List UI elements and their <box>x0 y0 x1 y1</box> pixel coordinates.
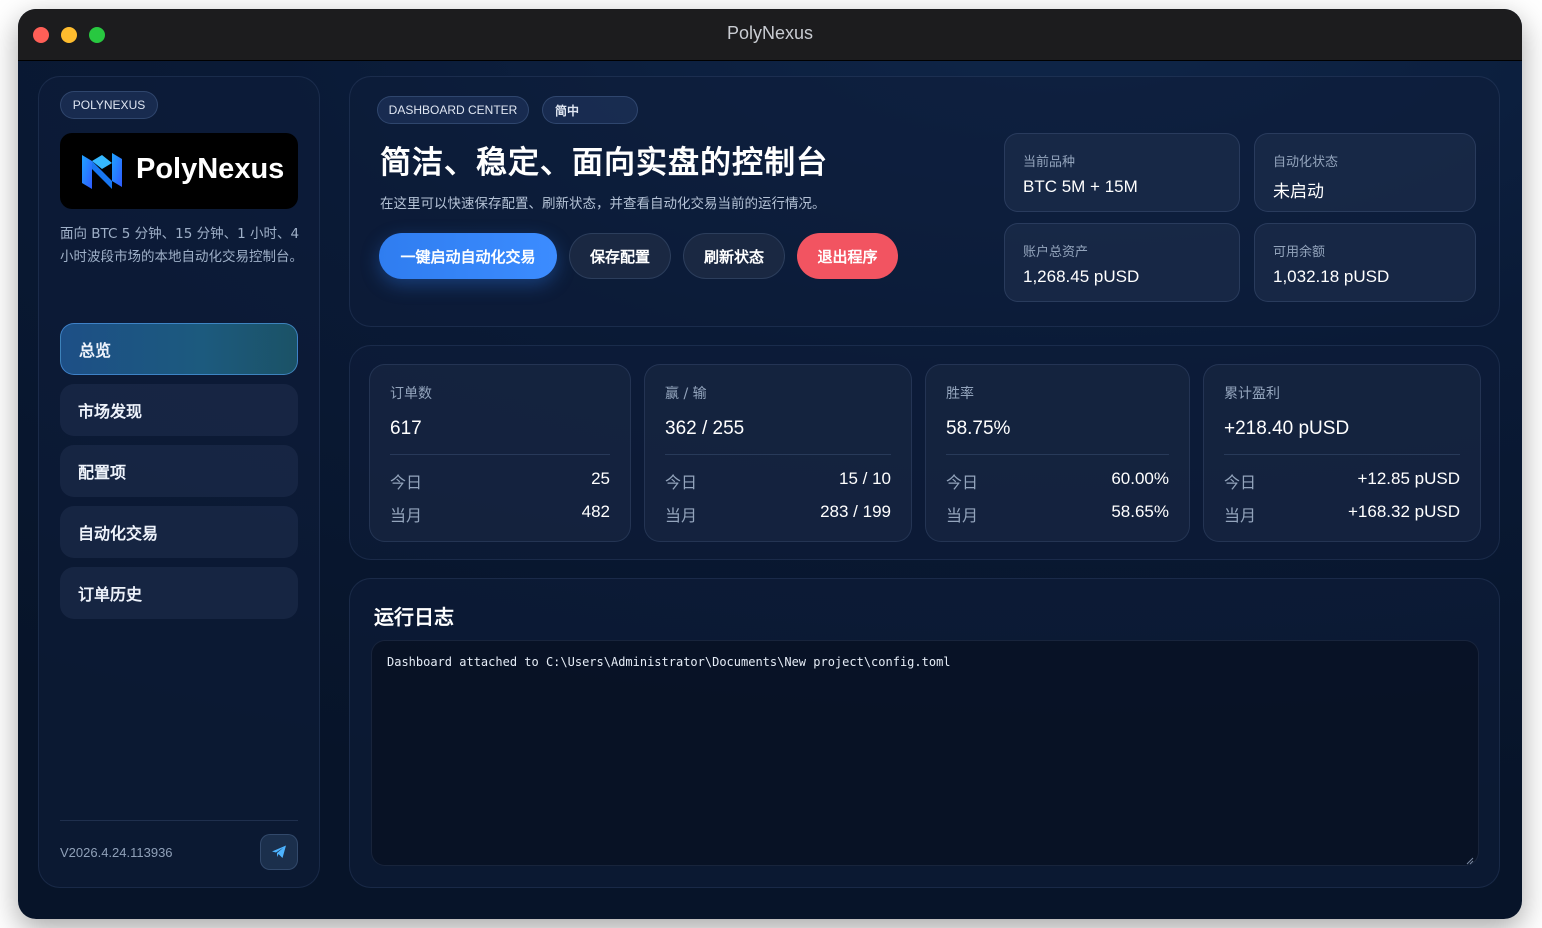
stat-divider <box>1224 454 1460 455</box>
info-card-total-assets: 账户总资产 1,268.45 pUSD <box>1004 223 1240 302</box>
stat-label: 订单数 <box>390 386 432 402</box>
version-label: V2026.4.24.113936 <box>60 845 173 860</box>
brand-logo: PolyNexus <box>60 133 298 209</box>
log-panel: 运行日志 Dashboard attached to C:\Users\Admi… <box>349 578 1500 888</box>
stat-label: 胜率 <box>946 386 974 402</box>
stat-card-win-loss: 赢 / 输 362 / 255 今日 15 / 10 当月 283 / 199 <box>644 364 912 542</box>
log-title: 运行日志 <box>374 605 454 629</box>
page-title: 简洁、稳定、面向实盘的控制台 <box>380 145 828 181</box>
info-card-value: 1,268.45 pUSD <box>1023 267 1140 286</box>
sidebar-divider <box>60 820 298 821</box>
stat-row-label: 今日 <box>390 473 423 492</box>
stat-row-month: 当月 482 <box>390 502 610 526</box>
refresh-status-button[interactable]: 刷新状态 <box>683 233 785 279</box>
log-textarea[interactable]: Dashboard attached to C:\Users\Administr… <box>371 640 1479 866</box>
sidebar-description: 面向 BTC 5 分钟、15 分钟、1 小时、4 小时波段市场的本地自动化交易控… <box>60 226 303 265</box>
telegram-button[interactable] <box>260 834 298 870</box>
stat-card-orders: 订单数 617 今日 25 当月 482 <box>369 364 631 542</box>
paper-plane-icon <box>272 845 286 858</box>
info-card-label: 自动化状态 <box>1273 155 1339 170</box>
save-config-button[interactable]: 保存配置 <box>569 233 671 279</box>
stat-row-value: 283 / 199 <box>820 502 891 521</box>
info-card-value: 1,032.18 pUSD <box>1273 267 1390 286</box>
stat-row-value: 15 / 10 <box>839 469 891 488</box>
title-bar: PolyNexus <box>18 9 1522 61</box>
sidebar-item-overview[interactable]: 总览 <box>60 323 298 375</box>
window-title: PolyNexus <box>726 23 814 43</box>
stat-label: 赢 / 输 <box>665 386 707 402</box>
stat-label: 累计盈利 <box>1224 386 1280 402</box>
info-card-value: BTC 5M + 15M <box>1023 177 1138 196</box>
stat-row-value: 58.65% <box>1111 502 1169 521</box>
logo-text: PolyNexus <box>136 153 285 185</box>
stat-row-value: +12.85 pUSD <box>1357 469 1460 488</box>
stat-row-value: 482 <box>581 502 610 521</box>
stat-row-today: 今日 60.00% <box>946 469 1169 493</box>
stat-row-today: 今日 25 <box>390 469 610 493</box>
stat-row-label: 今日 <box>665 473 698 492</box>
stat-row-label: 今日 <box>946 473 979 492</box>
sidebar-item-config[interactable]: 配置项 <box>60 445 298 497</box>
stat-row-label: 当月 <box>946 506 979 525</box>
stat-row-today: 今日 +12.85 pUSD <box>1224 469 1460 493</box>
stat-row-label: 当月 <box>390 506 423 525</box>
info-card-label: 可用余额 <box>1273 245 1326 260</box>
info-card-value: 未启动 <box>1273 182 1324 201</box>
sidebar-item-label: 配置项 <box>78 463 127 482</box>
stat-row-value: 25 <box>591 469 610 488</box>
app-window: PolyNexus POLYNEXUS PolyNexus 面向 BTC 5 分… <box>18 9 1522 919</box>
info-card-available-balance: 可用余额 1,032.18 pUSD <box>1254 223 1476 302</box>
stats-panel: 订单数 617 今日 25 当月 482 赢 / 输 362 / 255 今日 … <box>349 345 1500 560</box>
stat-divider <box>946 454 1169 455</box>
language-selector[interactable]: 简中 <box>542 96 638 124</box>
brand-badge: POLYNEXUS <box>60 91 158 119</box>
exit-program-button[interactable]: 退出程序 <box>797 233 898 279</box>
dashboard-header-panel: DASHBOARD CENTER 简中 简洁、稳定、面向实盘的控制台 在这里可以… <box>349 76 1500 327</box>
stat-row-value: 60.00% <box>1111 469 1169 488</box>
info-card-current-symbol: 当前品种 BTC 5M + 15M <box>1004 133 1240 212</box>
sidebar-item-label: 自动化交易 <box>78 524 159 543</box>
info-card-label: 账户总资产 <box>1023 245 1089 260</box>
stat-row-label: 今日 <box>1224 473 1257 492</box>
stat-value: 617 <box>390 418 422 439</box>
stat-row-label: 当月 <box>1224 506 1257 525</box>
info-card-label: 当前品种 <box>1023 155 1076 170</box>
sidebar-item-order-history[interactable]: 订单历史 <box>60 567 298 619</box>
sidebar-item-label: 订单历史 <box>78 585 143 604</box>
stat-row-month: 当月 +168.32 pUSD <box>1224 502 1460 526</box>
sidebar-item-label: 市场发现 <box>78 402 143 421</box>
polynexus-logo-icon <box>82 153 122 189</box>
stat-row-value: +168.32 pUSD <box>1348 502 1460 521</box>
stat-card-win-rate: 胜率 58.75% 今日 60.00% 当月 58.65% <box>925 364 1190 542</box>
sidebar-item-market-discovery[interactable]: 市场发现 <box>60 384 298 436</box>
stat-value: 58.75% <box>946 418 1011 439</box>
stat-value: +218.40 pUSD <box>1224 418 1350 439</box>
stat-divider <box>390 454 610 455</box>
stat-row-month: 当月 58.65% <box>946 502 1169 526</box>
stat-card-total-profit: 累计盈利 +218.40 pUSD 今日 +12.85 pUSD 当月 +168… <box>1203 364 1481 542</box>
sidebar: POLYNEXUS PolyNexus 面向 BTC 5 分钟、15 分钟、1 … <box>38 76 320 888</box>
section-tag: DASHBOARD CENTER <box>377 96 529 124</box>
sidebar-item-auto-trading[interactable]: 自动化交易 <box>60 506 298 558</box>
stat-value: 362 / 255 <box>665 418 745 439</box>
stat-divider <box>665 454 891 455</box>
stat-row-label: 当月 <box>665 506 698 525</box>
resize-grip-icon[interactable] <box>1466 857 1474 865</box>
info-card-automation-status: 自动化状态 未启动 <box>1254 133 1476 212</box>
sidebar-item-label: 总览 <box>79 341 112 360</box>
page-subtitle: 在这里可以快速保存配置、刷新状态，并查看自动化交易当前的运行情况。 <box>380 196 826 212</box>
stat-row-today: 今日 15 / 10 <box>665 469 891 493</box>
start-auto-trading-button[interactable]: 一键启动自动化交易 <box>379 233 557 279</box>
stat-row-month: 当月 283 / 199 <box>665 502 891 526</box>
